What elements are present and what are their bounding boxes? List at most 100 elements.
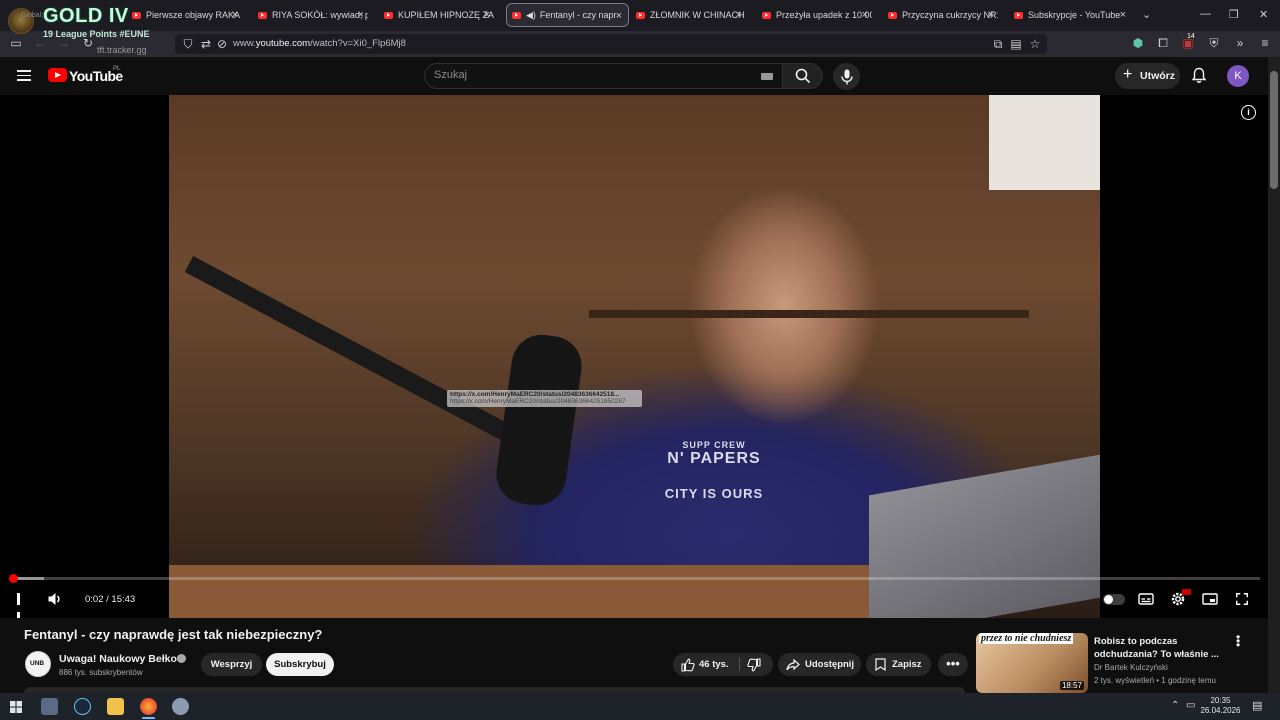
- browser-tab[interactable]: RIYA SOKÓŁ: wywiad, pie ×: [258, 3, 370, 27]
- more-actions-button[interactable]: •••: [938, 653, 968, 676]
- pause-button[interactable]: [15, 591, 27, 618]
- minimize-icon[interactable]: —: [1200, 8, 1211, 20]
- search-button[interactable]: [782, 63, 823, 89]
- windows-start-icon[interactable]: [10, 701, 22, 713]
- support-button[interactable]: Wesprzyj: [201, 653, 262, 676]
- volume-icon[interactable]: [47, 591, 63, 607]
- like-dislike-group: 46 tys.: [673, 653, 773, 676]
- close-tab-icon[interactable]: ×: [736, 9, 742, 21]
- guide-menu-icon[interactable]: [17, 70, 31, 81]
- microphone: [492, 330, 586, 510]
- hd-badge: [1182, 589, 1191, 595]
- create-button[interactable]: + Utwórz: [1115, 63, 1180, 89]
- more-vertical-icon[interactable]: • • •: [1236, 631, 1242, 651]
- picture-in-picture-icon[interactable]: ⧉: [991, 37, 1005, 51]
- steam-icon[interactable]: [74, 698, 91, 715]
- extensions-icon[interactable]: ⧠: [1156, 36, 1170, 50]
- notifications-bell-icon[interactable]: [1191, 67, 1207, 84]
- youtube-favicon-icon: [888, 11, 897, 19]
- address-bar[interactable]: ⛉ ⇄ ⊘ www.youtube.com/watch?v=Xi0_Flp6Mj…: [175, 34, 1047, 54]
- fullscreen-icon[interactable]: [1235, 591, 1249, 607]
- recommended-video-meta: 2 tys. wyświetleń • 1 godzinę temu: [1094, 676, 1216, 685]
- channel-name[interactable]: Uwaga! Naukowy Bełkot: [59, 653, 180, 665]
- menu-hamburger-icon[interactable]: ≡: [1258, 36, 1272, 50]
- autoplay-toggle[interactable]: [1103, 594, 1125, 605]
- scrubber-handle[interactable]: [8, 574, 18, 583]
- save-button[interactable]: Zapisz: [866, 653, 931, 676]
- miniplayer-icon[interactable]: [1202, 591, 1218, 607]
- account-avatar[interactable]: K: [1227, 65, 1249, 87]
- youtube-favicon-icon: [512, 11, 521, 19]
- browser-tab[interactable]: KUPIŁEM HIPNOZĘ ZA 20×: [384, 3, 496, 27]
- tab-list-chevron-icon[interactable]: ⌄: [1142, 8, 1151, 21]
- microphone-icon: [840, 69, 853, 84]
- plus-icon: +: [1123, 66, 1133, 83]
- file-explorer-icon[interactable]: [107, 698, 124, 715]
- search-input[interactable]: [434, 69, 754, 81]
- thumbs-down-icon[interactable]: [747, 658, 761, 672]
- close-tab-icon[interactable]: ×: [484, 9, 490, 21]
- recommended-video-thumbnail[interactable]: przez to nie chudniesz 18:57: [976, 633, 1088, 693]
- youtube-header: YouTube PL + Utwórz K: [0, 57, 1268, 95]
- video-player[interactable]: SUPP CREW N' PAPERS CITY IS OURS https:/…: [0, 95, 1268, 618]
- browser-tab[interactable]: ZŁOMNIK W CHINACH # ×: [636, 3, 748, 27]
- browser-tab[interactable]: Przeżyła upadek z 10 000 ×: [762, 3, 874, 27]
- reader-view-icon[interactable]: ▤: [1009, 37, 1023, 51]
- browser-tab-active[interactable]: ◀)Fentanyl - czy naprawd×: [506, 3, 629, 27]
- close-tab-icon[interactable]: ×: [616, 10, 622, 22]
- subtitles-icon[interactable]: [1138, 591, 1154, 607]
- close-tab-icon[interactable]: ×: [358, 9, 364, 21]
- shelf: [589, 310, 1029, 318]
- country-code: PL: [113, 66, 121, 72]
- youtube-favicon-icon: [762, 11, 771, 19]
- no-camera-icon[interactable]: ⊘: [215, 37, 229, 51]
- link-tooltip: https://x.com/HenryMaERC20/status/204836…: [447, 390, 642, 407]
- close-tab-icon[interactable]: ×: [232, 9, 238, 21]
- youtube-logo-icon[interactable]: [48, 68, 67, 82]
- close-window-icon[interactable]: ✕: [1259, 8, 1268, 21]
- active-app-indicator: [142, 717, 155, 719]
- subscribe-button[interactable]: Subskrybuj: [266, 653, 334, 676]
- info-icon[interactable]: i: [1241, 105, 1256, 120]
- browser-tab[interactable]: Przyczyna cukrzycy NR1 ×: [888, 3, 1000, 27]
- recommended-video-title[interactable]: Robisz to podczas odchudzania? To właśni…: [1094, 635, 1219, 661]
- thumbs-up-icon: [681, 657, 695, 672]
- keyboard-icon[interactable]: [761, 73, 773, 80]
- youtube-favicon-icon: [258, 11, 267, 19]
- monitor-app-icon[interactable]: [41, 698, 58, 715]
- like-separator: [739, 658, 740, 671]
- youtube-favicon-icon: [1014, 11, 1023, 19]
- like-button[interactable]: 46 tys.: [673, 653, 739, 676]
- mic-arm: [184, 256, 512, 441]
- recommended-video-channel[interactable]: Dr Bartek Kulczyński: [1094, 663, 1168, 672]
- more-tools-icon[interactable]: »: [1233, 36, 1247, 50]
- close-tab-icon[interactable]: ×: [988, 9, 994, 21]
- vpn-shield-icon[interactable]: ⬢: [1131, 36, 1145, 50]
- firefox-icon[interactable]: [140, 698, 157, 715]
- discord-app-icon[interactable]: [172, 698, 189, 715]
- permissions-icon[interactable]: ⇄: [199, 37, 213, 51]
- search-box: [424, 63, 783, 89]
- subscriber-count: 886 tys. subskrybentów: [59, 668, 143, 677]
- browser-tab[interactable]: Subskrypcje - YouTube ×: [1014, 3, 1132, 27]
- video-frame[interactable]: SUPP CREW N' PAPERS CITY IS OURS: [169, 95, 1100, 618]
- tray-chevron-icon[interactable]: ⌃: [1171, 700, 1179, 711]
- maximize-icon[interactable]: ❐: [1229, 8, 1239, 21]
- close-tab-icon[interactable]: ×: [862, 9, 868, 21]
- voice-search-button[interactable]: [833, 63, 860, 90]
- adblock-icon[interactable]: ⛨: [1207, 36, 1221, 50]
- share-button[interactable]: Udostępnij: [778, 653, 861, 676]
- network-icon[interactable]: ▭: [1186, 700, 1195, 711]
- progress-bar[interactable]: [8, 574, 1260, 583]
- bookmark-star-icon[interactable]: ☆: [1028, 37, 1042, 51]
- search-icon: [795, 68, 811, 84]
- channel-avatar[interactable]: [25, 651, 51, 677]
- page-scrollbar[interactable]: [1268, 57, 1280, 693]
- scrollbar-thumb[interactable]: [1270, 71, 1278, 189]
- shield-icon[interactable]: ⛉: [181, 37, 195, 51]
- close-tab-icon[interactable]: ×: [1120, 9, 1126, 21]
- notification-center-icon[interactable]: ▤: [1252, 699, 1262, 712]
- speaker-icon[interactable]: ◀): [526, 10, 536, 21]
- url-text[interactable]: www.youtube.com/watch?v=Xi0_Flp6Mj8: [233, 38, 406, 49]
- clock[interactable]: 20:35 26.04.2026: [1198, 696, 1243, 716]
